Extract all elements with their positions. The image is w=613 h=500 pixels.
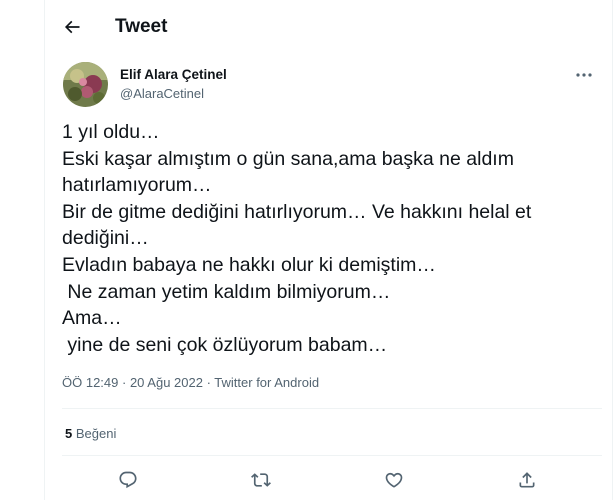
reply-button[interactable] xyxy=(114,466,142,494)
tweet-date: 20 Ağu 2022 xyxy=(129,375,203,390)
divider xyxy=(62,408,602,409)
retweet-icon xyxy=(251,473,271,487)
avatar-photo xyxy=(63,62,108,107)
like-icon xyxy=(385,472,403,488)
divider xyxy=(62,455,602,456)
tweet-line: dediğini… xyxy=(62,227,149,250)
tweet-timestamp[interactable]: ÖÖ 12:49 · 20 Ağu 2022 xyxy=(62,375,203,390)
meta-separator: · xyxy=(118,375,130,390)
author-handle[interactable]: @AlaraCetinel xyxy=(120,86,204,101)
share-icon xyxy=(519,472,535,488)
reply-icon xyxy=(119,471,137,489)
tweet-detail-column: Tweet Elif Alara Çetinel @AlaraCetinel 1… xyxy=(44,0,613,500)
likes-count: 5 xyxy=(65,426,73,441)
tweet-line: Evladın babaya ne hakkı olur ki demiştim… xyxy=(62,253,436,276)
tweet-line: Ama… xyxy=(62,307,122,330)
tweet-line: yine de seni çok özlüyorum babam… xyxy=(62,333,388,356)
tweet-line: Eski kaşar almıştım o gün sana,ama başka… xyxy=(62,147,514,170)
meta-separator: · xyxy=(202,375,215,390)
page-header: Tweet xyxy=(45,0,613,53)
share-button[interactable] xyxy=(513,466,541,494)
tweet-line: Ne zaman yetim kaldım bilmiyorum… xyxy=(62,280,391,303)
tweet-line: hatırlamıyorum… xyxy=(62,174,212,197)
tweet-text: 1 yıl oldu… Eski kaşar almıştım o gün sa… xyxy=(62,119,602,358)
back-button[interactable] xyxy=(55,10,89,44)
tweet-source[interactable]: Twitter for Android xyxy=(214,375,319,390)
tweet-line: Bir de gitme dediğini hatırlıyorum… Ve h… xyxy=(62,200,532,223)
more-options-button[interactable] xyxy=(571,64,597,86)
like-button[interactable] xyxy=(380,466,408,494)
page-title: Tweet xyxy=(115,16,168,37)
tweet-line: 1 yıl oldu… xyxy=(62,121,160,143)
avatar[interactable] xyxy=(63,62,108,107)
tweet-meta: ÖÖ 12:49 · 20 Ağu 2022 · Twitter for And… xyxy=(62,375,319,390)
retweet-button[interactable] xyxy=(247,466,275,494)
tweet-time: ÖÖ 12:49 xyxy=(62,375,119,390)
likes-label: Beğeni xyxy=(75,426,117,441)
likes-count-link[interactable]: 5 Beğeni xyxy=(65,426,116,441)
more-dots-icon xyxy=(576,73,592,77)
author-name[interactable]: Elif Alara Çetinel xyxy=(120,67,227,82)
arrow-left-icon xyxy=(64,20,80,34)
